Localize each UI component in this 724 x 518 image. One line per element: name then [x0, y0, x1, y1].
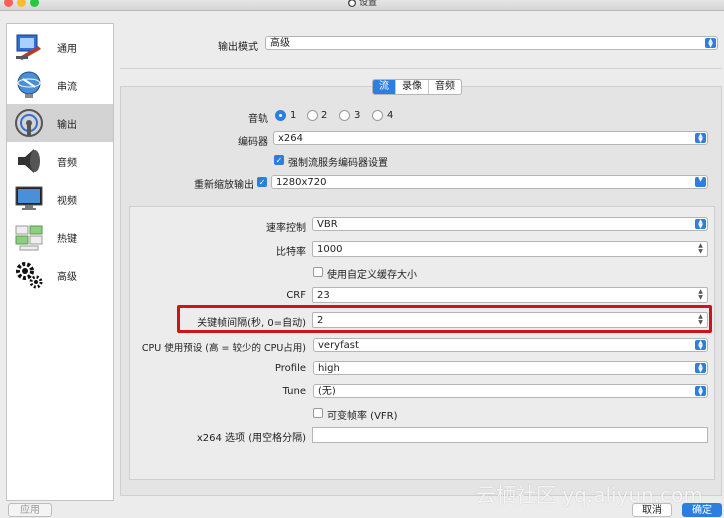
- cpu-preset-label: CPU 使用预设 (高 = 较少的 CPU占用): [141, 343, 306, 354]
- rescale-resolution-select[interactable]: 1280x720 ▼: [271, 175, 708, 189]
- output-icon: [13, 107, 45, 139]
- audio-track-option-label: 3: [354, 110, 361, 121]
- title-bar: ● 设置: [0, 0, 724, 11]
- vfr-label: 可变帧率 (VFR): [327, 411, 398, 422]
- chevron-updown-icon: ▲ ▼: [695, 340, 706, 351]
- bitrate-value: 1000: [317, 244, 343, 255]
- encoder-value: x264: [278, 133, 304, 144]
- rescale-resolution-value: 1280x720: [276, 177, 327, 188]
- keyboard-icon: [13, 221, 45, 253]
- audio-track-option-label: 4: [387, 110, 394, 121]
- close-window-button[interactable]: [4, 0, 13, 7]
- zoom-window-button[interactable]: [30, 0, 39, 7]
- profile-select[interactable]: high ▲ ▼: [313, 361, 708, 375]
- chevron-updown-icon: ▲ ▼: [695, 363, 706, 374]
- output-mode-value: 高级: [270, 38, 290, 49]
- audio-track-radio-3[interactable]: [339, 110, 350, 121]
- watermark: 云栖社区 yq.aliyun.com: [476, 483, 703, 507]
- rate-control-value: VBR: [317, 219, 338, 230]
- speaker-icon: [13, 145, 45, 177]
- window-title: 设置: [359, 0, 378, 8]
- chevron-updown-icon: ▲ ▼: [705, 38, 716, 49]
- sidebar-item-general[interactable]: 通用: [7, 28, 113, 66]
- cpu-preset-value: veryfast: [318, 340, 359, 351]
- sidebar-item-label: 通用: [57, 43, 77, 55]
- tune-value: (无): [318, 386, 336, 397]
- x264-options-input[interactable]: [312, 427, 708, 443]
- profile-value: high: [318, 363, 340, 374]
- crf-spinbox[interactable]: 23 ▲ ▼: [312, 287, 708, 303]
- rate-control-label: 速率控制: [266, 223, 306, 234]
- settings-sidebar: 通用 串流 输出 音频 视频 热键 高级: [6, 23, 114, 501]
- profile-label: Profile: [274, 363, 306, 374]
- obs-logo-icon: ●: [348, 0, 356, 7]
- sidebar-item-advanced[interactable]: 高级: [7, 256, 113, 294]
- chevron-down-icon: ▼: [695, 177, 706, 187]
- output-tabs: 流 录像 音频: [372, 79, 462, 95]
- rescale-checkbox[interactable]: ✓: [257, 177, 267, 187]
- tab-recording[interactable]: 录像: [395, 80, 428, 94]
- apply-button[interactable]: 应用: [8, 503, 52, 517]
- sidebar-item-label: 热键: [57, 233, 77, 245]
- audio-track-option-label: 1: [290, 110, 297, 121]
- sidebar-item-stream[interactable]: 串流: [7, 66, 113, 104]
- vfr-checkbox[interactable]: [313, 408, 323, 418]
- general-icon: [13, 31, 45, 63]
- minimize-window-button[interactable]: [17, 0, 26, 7]
- chevron-updown-icon: ▲ ▼: [695, 133, 706, 144]
- tab-audio[interactable]: 音频: [428, 80, 461, 94]
- chevron-updown-icon: ▲ ▼: [695, 386, 706, 397]
- output-mode-select[interactable]: 高级 ▲ ▼: [265, 36, 718, 50]
- sidebar-item-audio[interactable]: 音频: [7, 142, 113, 180]
- enforce-encoder-checkbox[interactable]: ✓: [274, 155, 284, 165]
- enforce-encoder-label: 强制流服务编码器设置: [288, 158, 388, 169]
- gears-icon: [13, 259, 45, 291]
- bitrate-spinbox[interactable]: 1000 ▲ ▼: [312, 241, 708, 257]
- sidebar-item-label: 输出: [57, 119, 77, 131]
- encoder-label: 编码器: [238, 137, 268, 148]
- crf-value: 23: [317, 290, 330, 301]
- audio-track-option-label: 2: [321, 110, 328, 121]
- rescale-label: 重新缩放输出: [194, 180, 254, 191]
- stepper-icon[interactable]: ▲ ▼: [696, 289, 705, 301]
- stepper-icon[interactable]: ▲ ▼: [696, 243, 705, 255]
- bitrate-label: 比特率: [276, 247, 306, 258]
- red-highlight-box: [177, 305, 712, 333]
- cpu-preset-select[interactable]: veryfast ▲ ▼: [313, 338, 708, 352]
- rate-control-select[interactable]: VBR ▲ ▼: [312, 217, 708, 231]
- tune-label: Tune: [282, 386, 306, 397]
- monitor-icon: [13, 183, 45, 215]
- sidebar-item-label: 串流: [57, 81, 77, 93]
- encoder-select[interactable]: x264 ▲ ▼: [273, 131, 708, 145]
- chevron-updown-icon: ▲ ▼: [695, 219, 706, 230]
- custom-buffer-checkbox[interactable]: [313, 267, 323, 277]
- stream-icon: [13, 69, 45, 101]
- x264-options-label: x264 选项 (用空格分隔): [196, 433, 306, 444]
- output-mode-label: 输出模式: [218, 42, 258, 53]
- tune-select[interactable]: (无) ▲ ▼: [313, 384, 708, 398]
- sidebar-item-label: 高级: [57, 271, 77, 283]
- sidebar-item-label: 音频: [57, 157, 77, 169]
- tab-stream[interactable]: 流: [373, 80, 395, 94]
- sidebar-item-video[interactable]: 视频: [7, 180, 113, 218]
- sidebar-item-label: 视频: [57, 195, 77, 207]
- custom-buffer-label: 使用自定义缓存大小: [327, 270, 417, 281]
- crf-label: CRF: [286, 290, 306, 301]
- audio-track-radio-2[interactable]: [307, 110, 318, 121]
- audio-track-radio-4[interactable]: [372, 110, 383, 121]
- sidebar-item-hotkeys[interactable]: 热键: [7, 218, 113, 256]
- audio-track-radio-1[interactable]: [275, 110, 286, 121]
- window-title-area: ● 设置: [348, 0, 377, 8]
- audio-track-label: 音轨: [248, 114, 268, 125]
- sidebar-item-output[interactable]: 输出: [7, 104, 113, 142]
